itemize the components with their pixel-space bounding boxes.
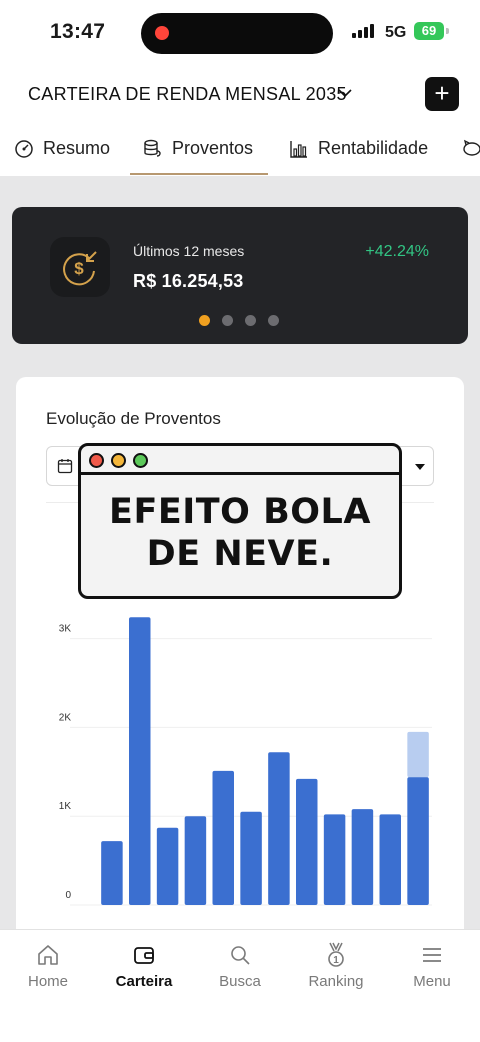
nav-menu[interactable]: Menu [384,940,480,990]
nav-ranking[interactable]: 1 Ranking [288,940,384,990]
bar[interactable] [240,811,262,905]
bar[interactable] [379,814,402,905]
overlay-line-2: DE NEVE. [146,534,334,574]
nav-label: Carteira [115,973,173,990]
tab-bar: Resumo Proventos Rentabilidade [0,126,480,176]
window-minimize-icon [111,453,126,468]
window-close-icon [89,453,104,468]
y-tick-label: 1K [59,801,72,812]
bar[interactable] [212,770,235,905]
svg-text:1: 1 [333,955,339,966]
nav-label: Menu [413,973,451,990]
nav-home[interactable]: Home [0,940,96,990]
add-button[interactable]: + [425,77,459,111]
tab-label: Proventos [172,138,254,158]
bar[interactable] [407,777,429,905]
bar-chart-icon [290,140,307,158]
active-tab-indicator [130,173,268,175]
dividend-coin-icon: $ [63,251,97,286]
status-bar: 13:47 5G 69 [0,0,480,66]
bar[interactable] [184,816,207,905]
nav-carteira[interactable]: Carteira [96,940,192,990]
nav-label: Busca [219,973,261,990]
portfolio-selector[interactable]: CARTEIRA DE RENDA MENSAL 2035 [28,84,347,105]
summary-period-label: Últimos 12 meses [133,243,245,259]
tab-rentabilidade[interactable]: Rentabilidade [289,138,428,159]
battery-icon: 69 [414,22,444,40]
overlay-line-1: EFEITO BOLA [109,492,371,532]
bottom-navigation: Home Carteira Busca 1 Ranking Menu [0,929,480,1042]
medal-icon: 1 [328,942,344,967]
nav-label: Ranking [308,973,364,990]
window-maximize-icon [133,453,148,468]
svg-text:$: $ [74,259,84,278]
bar[interactable] [268,752,290,905]
search-icon [231,946,250,965]
network-label: 5G [385,24,407,41]
summary-card[interactable]: $ Últimos 12 meses R$ 16.254,53 +42.24% [12,207,468,344]
y-tick-label: 0 [65,890,71,901]
tab-label: Resumo [43,138,111,158]
gauge-icon [15,139,33,158]
carousel-dot[interactable] [222,315,233,326]
summary-change-percent: +42.24% [365,243,429,260]
coins-icon [144,139,161,157]
app-header: CARTEIRA DE RENDA MENSAL 2035 + [0,66,480,126]
battery-tip [446,28,449,34]
window-titlebar [81,446,399,475]
overlay-headline: EFEITO BOLA DE NEVE. [81,491,399,575]
tab-resumo[interactable]: Resumo [14,138,110,159]
home-icon [38,945,58,965]
signal-icon [352,24,378,38]
carousel-dot[interactable] [268,315,279,326]
dynamic-island [141,13,333,54]
chevron-down-icon[interactable] [338,86,352,100]
status-time: 13:47 [50,20,106,43]
tab-proventos[interactable]: Proventos [143,138,253,159]
y-tick-label: 2K [59,712,72,723]
nav-busca[interactable]: Busca [192,940,288,990]
summary-total-value: R$ 16.254,53 [133,271,244,291]
bar[interactable] [351,809,374,905]
bar-projected[interactable] [407,731,429,778]
overlay-window: EFEITO BOLA DE NEVE. [78,443,402,599]
bar[interactable] [129,617,151,905]
y-tick-label: 3K [59,624,72,635]
menu-icon [423,948,441,962]
nav-label: Home [27,973,68,990]
carousel-dot[interactable] [199,315,210,326]
carousel-pagination[interactable] [199,315,291,326]
coin-badge: $ [50,237,110,297]
piggy-bank-icon [463,139,480,156]
recording-indicator-icon [155,26,169,40]
bar[interactable] [156,827,179,905]
bar[interactable] [101,841,123,905]
tab-label: Rentabilidade [318,138,429,158]
carousel-dot[interactable] [245,315,256,326]
bar[interactable] [296,778,318,905]
wallet-icon [134,947,154,964]
tab-more[interactable] [461,138,480,158]
bar[interactable] [323,814,346,905]
